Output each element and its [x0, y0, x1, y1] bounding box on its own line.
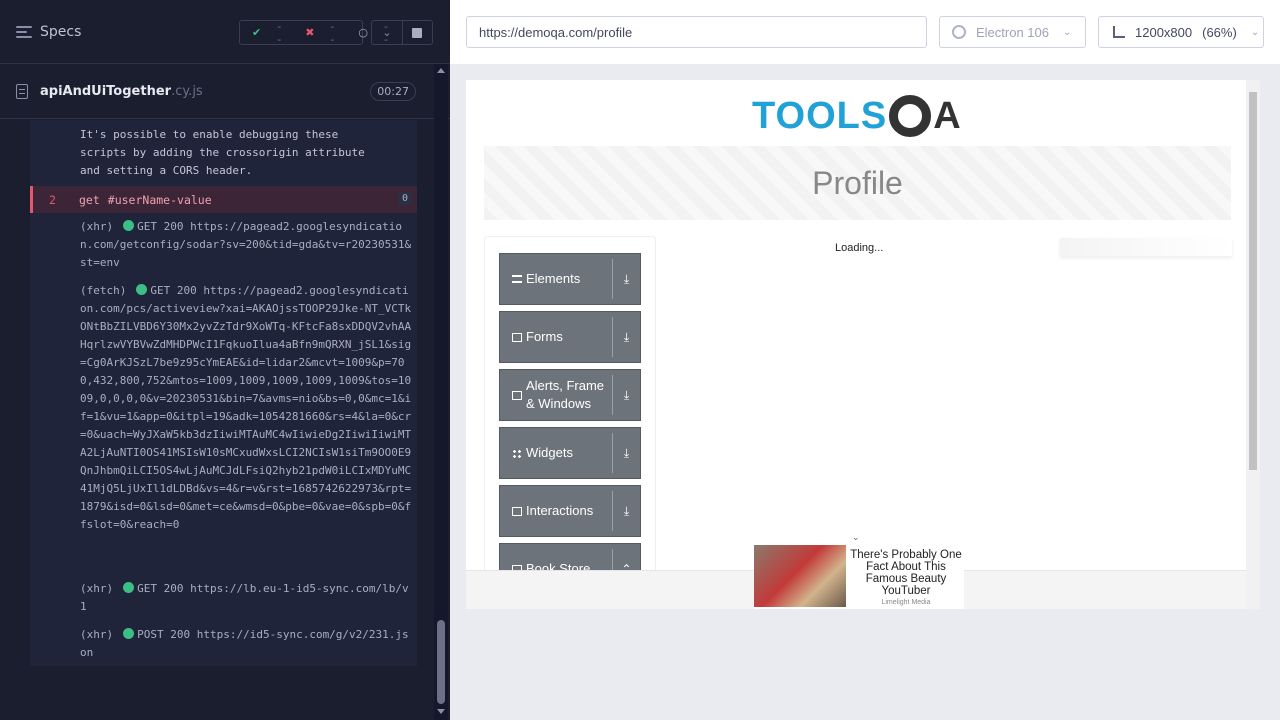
page-title: Profile — [812, 164, 903, 201]
failed-count: -- — [330, 19, 335, 46]
viewport-selector[interactable]: 1200x800 (66%) ⌄ — [1098, 16, 1264, 48]
ruler-icon — [1113, 26, 1125, 38]
group-label: Interactions — [526, 503, 594, 518]
loading-text: Loading... — [835, 242, 884, 254]
command-log: It's possible to enable debugging these … — [30, 120, 417, 666]
request-url: https://pagead2.googlesyndication.com/pc… — [80, 284, 412, 531]
scrollbar-thumb[interactable] — [437, 620, 445, 704]
group-label: Widgets — [526, 445, 573, 460]
toolsqa-logo[interactable]: TOOLS A — [752, 88, 962, 144]
chevron-down-icon: ⌄ — [1063, 26, 1072, 38]
page-title-banner: Profile — [484, 146, 1231, 220]
command-get[interactable]: 2 get #userName-value 0 — [30, 186, 417, 213]
widgets-icon — [512, 448, 522, 458]
gear-icon — [889, 95, 932, 137]
chevron-down-icon: ⌄ — [1250, 26, 1260, 38]
form-icon — [512, 332, 522, 342]
browser-selector[interactable]: Electron 106 ⌄ — [939, 16, 1086, 48]
passed-stat: ✔ -- — [240, 20, 293, 46]
file-icon — [16, 83, 28, 99]
logo-text-left: TOOLS — [752, 94, 888, 137]
specs-label: Specs — [40, 23, 82, 40]
request-method: GET 200 — [137, 220, 184, 233]
download-icon: ⤓ — [612, 491, 640, 531]
group-label: Alerts, Frame & Windows — [526, 378, 605, 411]
request-log-item[interactable]: (xhr) POST 200 https://id5-sync.com/g/v2/… — [80, 626, 413, 662]
chevron-down-icon: ⌄ — [382, 26, 392, 39]
spec-file-header: apiAndUiTogether .cy.js 00:27 — [0, 64, 450, 119]
ad-collapse-icon[interactable]: ⌄ — [852, 532, 860, 543]
command-number: 2 — [49, 192, 56, 207]
x-icon: ✖ — [305, 26, 315, 39]
request-log-item[interactable]: (fetch) GET 200 https://pagead2.googlesyn… — [80, 282, 413, 534]
side-menu: Elements ⤓ Forms ⤓ Alerts, Frame & Windo… — [484, 236, 656, 609]
stop-button[interactable] — [402, 20, 433, 45]
group-widgets[interactable]: Widgets ⤓ — [499, 427, 641, 479]
url-bar[interactable]: https://demoqa.com/profile — [466, 16, 927, 48]
ad-headline[interactable]: There's Probably One Fact About This Fam… — [848, 549, 964, 597]
viewport-zoom: (66%) — [1202, 24, 1237, 40]
download-icon: ⤓ — [612, 375, 640, 415]
command-selector: #userName-value — [107, 192, 212, 207]
download-icon: ⤓ — [612, 433, 640, 473]
browser-name: Electron 106 — [976, 24, 1049, 40]
status-dot-icon — [123, 628, 135, 639]
iframe-scrollbar[interactable] — [1246, 80, 1260, 609]
group-alerts[interactable]: Alerts, Frame & Windows ⤓ — [499, 369, 641, 421]
logo-letter: A — [933, 94, 962, 137]
stop-icon — [412, 27, 422, 38]
ad-source: Limelight Media — [881, 599, 931, 606]
advertisement[interactable]: There's Probably One Fact About This Fam… — [754, 545, 964, 609]
status-dot-icon — [123, 220, 135, 231]
group-elements[interactable]: Elements ⤓ — [499, 253, 641, 305]
element-count-badge: 0 — [397, 192, 412, 205]
command-name: get — [79, 192, 100, 207]
group-interactions[interactable]: Interactions ⤓ — [499, 485, 641, 537]
spec-file-ext: .cy.js — [171, 83, 203, 99]
list-icon — [512, 275, 522, 283]
window-icon — [512, 391, 522, 400]
reporter-scrollbar[interactable] — [434, 64, 448, 720]
request-type: (xhr) — [80, 220, 114, 233]
command-log-panel: Specs ✔ -- ✖ -- ○ -- ⌄ apiAndUiTogether .cy… — [0, 0, 450, 720]
specs-toggle-button[interactable]: Specs — [16, 24, 81, 40]
specs-list-icon — [16, 25, 32, 38]
test-stats: ✔ -- ✖ -- ○ -- — [239, 20, 388, 46]
group-label: Forms — [526, 329, 563, 344]
passed-count: -- — [277, 19, 282, 46]
request-log-item[interactable]: (xhr) GET 200 https://pagead2.googlesyndi… — [80, 218, 413, 272]
viewport-size: 1200x800 — [1135, 24, 1193, 40]
interactions-icon — [512, 506, 522, 516]
group-label: Elements — [526, 271, 581, 286]
request-method: GET 200 — [137, 582, 184, 595]
scroll-down-icon[interactable] — [437, 709, 445, 714]
scrollbar-thumb[interactable] — [1249, 92, 1257, 470]
download-icon: ⤓ — [612, 259, 640, 299]
logo-text-right: A — [887, 95, 961, 138]
request-type: (xhr) — [80, 582, 114, 595]
collapse-all-button[interactable]: ⌄ — [371, 20, 403, 45]
scroll-up-icon[interactable] — [437, 68, 445, 73]
app-iframe: TOOLS A Profile Elements ⤓ Forms ⤓ Alert… — [466, 80, 1260, 609]
electron-icon — [952, 25, 966, 39]
check-icon: ✔ — [252, 26, 262, 39]
download-icon: ⤓ — [612, 317, 640, 357]
ad-placeholder — [1060, 238, 1232, 256]
ad-image[interactable] — [754, 545, 846, 607]
request-type: (fetch) — [80, 284, 127, 297]
spec-file-name: apiAndUiTogether — [40, 83, 172, 99]
error-message: It's possible to enable debugging these … — [80, 128, 365, 177]
aut-header: https://demoqa.com/profile Electron 106 … — [450, 0, 1280, 64]
request-type: (xhr) — [80, 628, 114, 641]
group-forms[interactable]: Forms ⤓ — [499, 311, 641, 363]
request-method: POST 200 — [137, 628, 191, 641]
request-log-item[interactable]: (xhr) GET 200 https://lb.eu-1-id5-sync.co… — [80, 580, 413, 616]
spec-duration: 00:27 — [370, 82, 416, 101]
reporter-header: Specs ✔ -- ✖ -- ○ -- ⌄ — [0, 0, 450, 64]
status-dot-icon — [136, 284, 148, 295]
failed-stat: ✖ -- — [293, 20, 346, 46]
status-dot-icon — [123, 582, 135, 593]
request-method: GET 200 — [150, 284, 197, 297]
